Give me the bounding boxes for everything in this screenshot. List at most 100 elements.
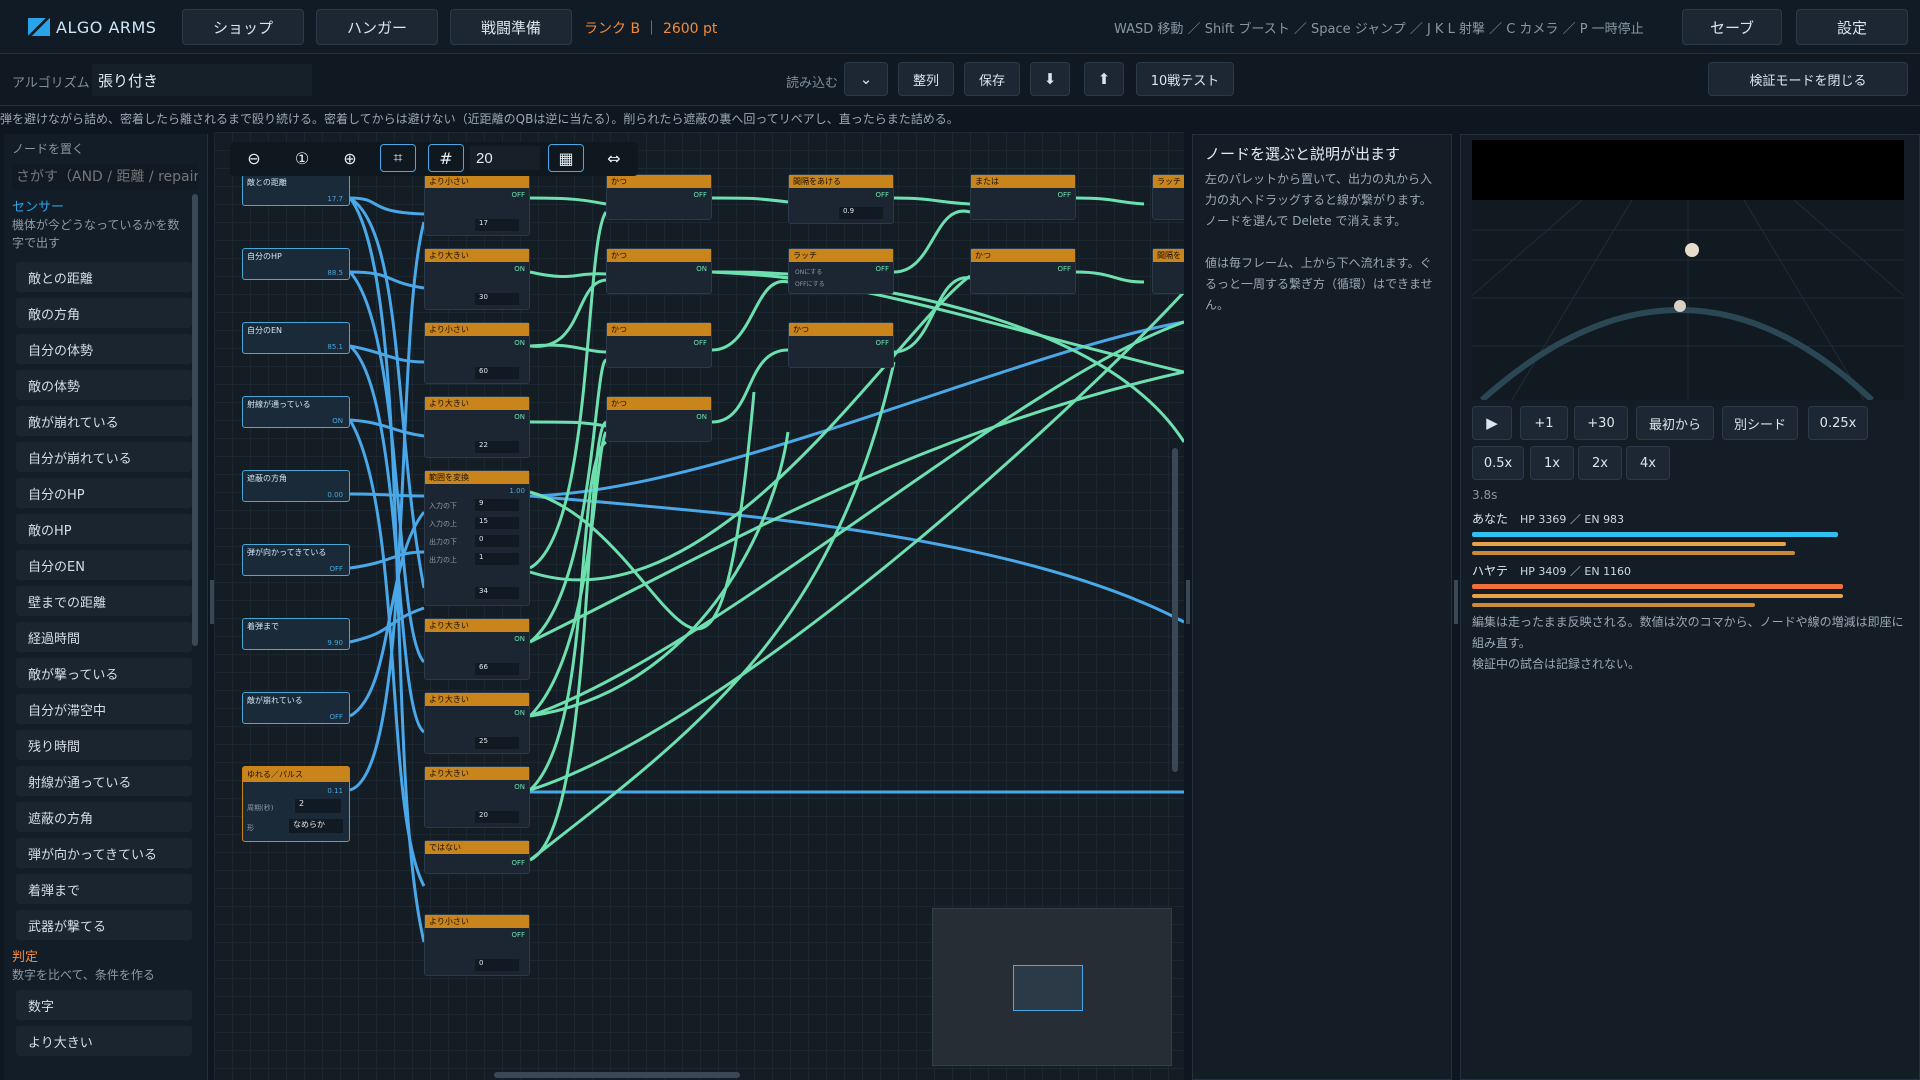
map-toggle-button[interactable]: ▦: [548, 144, 584, 172]
value-input[interactable]: 25: [475, 737, 519, 749]
center-panel-resizer[interactable]: [1186, 580, 1190, 624]
grid-toggle-button[interactable]: #: [428, 144, 464, 172]
sensor-node[interactable]: 敵との距離 17.7: [242, 174, 350, 206]
palette-scrollbar[interactable]: [192, 194, 198, 646]
value-input[interactable]: 34: [475, 587, 519, 599]
palette-item[interactable]: 自分の体勢: [16, 334, 192, 364]
value-input[interactable]: 30: [475, 293, 519, 305]
close-verify-button[interactable]: 検証モードを閉じる: [1708, 62, 1908, 96]
settings-button[interactable]: 設定: [1796, 9, 1908, 45]
and-node[interactable]: かつ OFF: [970, 248, 1076, 294]
canvas-horizontal-scrollbar[interactable]: [494, 1072, 740, 1078]
zoom-reset-button[interactable]: ①: [284, 144, 320, 172]
compare-node[interactable]: より大きい ON 30: [424, 248, 530, 310]
fit-view-button[interactable]: ⇔: [596, 144, 632, 172]
step-1-button[interactable]: +1: [1520, 406, 1568, 440]
palette-item[interactable]: 経過時間: [16, 622, 192, 652]
palette-item[interactable]: 自分のHP: [16, 478, 192, 508]
range-node[interactable]: 範囲を変換 1.00 入力の下 9 入力の上 15 出力の下 0 出力の上 1 …: [424, 470, 530, 606]
value-input[interactable]: 9: [475, 499, 519, 511]
speed-05-button[interactable]: 0.5x: [1472, 446, 1524, 480]
period-input[interactable]: 2: [295, 799, 341, 813]
right-panel-resizer[interactable]: [1454, 580, 1458, 624]
compare-node[interactable]: より大きい ON 22: [424, 396, 530, 458]
and-node[interactable]: かつ OFF: [606, 322, 712, 368]
value-input[interactable]: 0: [475, 535, 519, 547]
and-node[interactable]: かつ OFF: [788, 322, 894, 368]
palette-item[interactable]: 着弾まで: [16, 874, 192, 904]
other-seed-button[interactable]: 別シード: [1722, 406, 1798, 440]
minimap-viewport[interactable]: [1013, 965, 1083, 1011]
not-node[interactable]: ではない OFF: [424, 840, 530, 874]
save-button[interactable]: 保存: [964, 62, 1020, 96]
compare-node[interactable]: より大きい ON 25: [424, 692, 530, 754]
algorithm-name-input[interactable]: [92, 64, 312, 96]
value-input[interactable]: 20: [475, 811, 519, 823]
value-input[interactable]: 15: [475, 517, 519, 529]
palette-item[interactable]: 壁までの距離: [16, 586, 192, 616]
palette-item[interactable]: 弾が向かってきている: [16, 838, 192, 868]
sensor-node[interactable]: 遮蔽の方角 0.00: [242, 470, 350, 502]
speed-2-button[interactable]: 2x: [1578, 446, 1622, 480]
palette-item[interactable]: 自分が滞空中: [16, 694, 192, 724]
tab-shop[interactable]: ショップ: [182, 9, 304, 45]
node-search-input[interactable]: [12, 164, 198, 190]
sensor-node[interactable]: 射線が通っている ON: [242, 396, 350, 428]
interval-node[interactable]: 間隔をあける OFF 0.9: [788, 174, 894, 224]
canvas-vertical-scrollbar[interactable]: [1172, 448, 1178, 772]
interval-node[interactable]: 間隔を: [1152, 248, 1184, 294]
and-node[interactable]: かつ OFF: [606, 174, 712, 220]
latch-node[interactable]: ラッチ: [1152, 174, 1184, 220]
value-input[interactable]: 66: [475, 663, 519, 675]
palette-item[interactable]: 遮蔽の方角: [16, 802, 192, 832]
palette-item[interactable]: 敵が崩れている: [16, 406, 192, 436]
sensor-node[interactable]: 自分のHP 88.5: [242, 248, 350, 280]
palette-item[interactable]: 残り時間: [16, 730, 192, 760]
palette-item[interactable]: 射線が通っている: [16, 766, 192, 796]
node-canvas[interactable]: 敵との距離 17.7 自分のHP 88.5 自分のEN 85.1 射線が通っている ON…: [214, 132, 1184, 1080]
palette-item[interactable]: 敵との距離: [16, 262, 192, 292]
and-node[interactable]: かつ ON: [606, 248, 712, 294]
palette-item[interactable]: 敵の体勢: [16, 370, 192, 400]
sensor-node[interactable]: 着弾まで 9.90: [242, 618, 350, 650]
left-panel-resizer[interactable]: [210, 580, 214, 624]
pulse-node[interactable]: ゆれる／パルス 0.11 周期(秒) 2 形 なめらか: [242, 766, 350, 842]
download-button[interactable]: ⬇: [1030, 62, 1070, 96]
sensor-node[interactable]: 弾が向かってきている OFF: [242, 544, 350, 576]
value-input[interactable]: 0: [475, 959, 519, 971]
palette-item[interactable]: 敵のHP: [16, 514, 192, 544]
arrange-button[interactable]: 整列: [898, 62, 954, 96]
palette-item[interactable]: より大きい: [16, 1026, 192, 1056]
value-input[interactable]: 17: [475, 219, 519, 231]
restart-button[interactable]: 最初から: [1636, 406, 1714, 440]
speed-4-button[interactable]: 4x: [1626, 446, 1670, 480]
snap-grid-button[interactable]: ⌗: [380, 144, 416, 172]
value-input[interactable]: 60: [475, 367, 519, 379]
compare-node[interactable]: より小さい OFF 0: [424, 914, 530, 976]
upload-button[interactable]: ⬆: [1084, 62, 1124, 96]
step-30-button[interactable]: +30: [1574, 406, 1628, 440]
zoom-in-button[interactable]: ⊕: [332, 144, 368, 172]
or-node[interactable]: または OFF: [970, 174, 1076, 220]
shape-select[interactable]: なめらか: [289, 819, 343, 833]
sensor-node[interactable]: 自分のEN 85.1: [242, 322, 350, 354]
grid-size-input[interactable]: [470, 146, 540, 170]
palette-item[interactable]: 敵の方角: [16, 298, 192, 328]
load-dropdown[interactable]: ⌄: [844, 62, 888, 96]
speed-1-button[interactable]: 1x: [1530, 446, 1574, 480]
palette-item[interactable]: 数字: [16, 990, 192, 1020]
battle-3d-view[interactable]: [1472, 140, 1904, 400]
ten-battle-test-button[interactable]: 10戦テスト: [1136, 62, 1234, 96]
compare-node[interactable]: より小さい OFF 17: [424, 174, 530, 236]
latch-node[interactable]: ラッチ OFF ONにする OFFにする: [788, 248, 894, 294]
compare-node[interactable]: より大きい ON 66: [424, 618, 530, 680]
value-input[interactable]: 0.9: [839, 207, 883, 219]
zoom-out-button[interactable]: ⊖: [236, 144, 272, 172]
palette-item[interactable]: 自分のEN: [16, 550, 192, 580]
and-node[interactable]: かつ ON: [606, 396, 712, 442]
minimap[interactable]: [932, 908, 1172, 1066]
palette-item[interactable]: 敵が撃っている: [16, 658, 192, 688]
tab-battle-prep[interactable]: 戦闘準備: [450, 9, 572, 45]
compare-node[interactable]: より大きい ON 20: [424, 766, 530, 828]
palette-item[interactable]: 武器が撃てる: [16, 910, 192, 940]
